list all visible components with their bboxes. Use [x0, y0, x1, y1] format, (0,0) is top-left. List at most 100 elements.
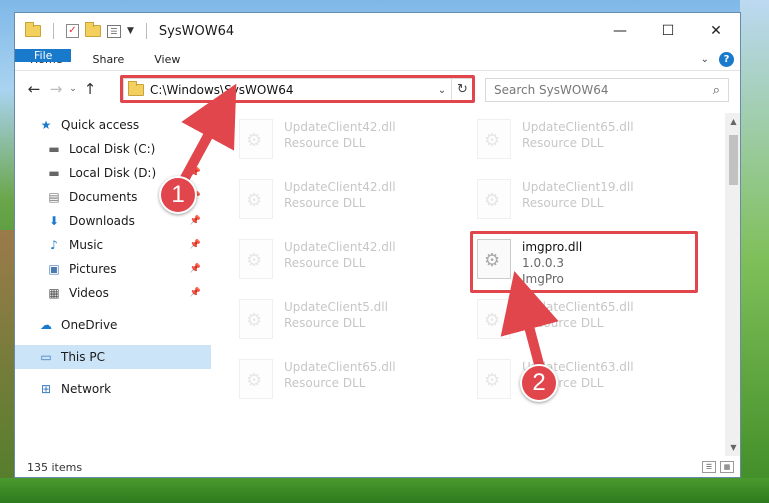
address-bar-highlight [120, 75, 475, 103]
scroll-up-arrow-icon[interactable]: ▲ [725, 113, 740, 130]
star-icon: ★ [40, 118, 52, 132]
properties-icon[interactable]: ☰ [107, 24, 121, 38]
file-type: Resource DLL [284, 376, 366, 390]
pin-icon[interactable]: 📌 [190, 288, 201, 298]
file-name: UpdateClient42.dll [284, 120, 396, 134]
title-bar: ✓ ☰ ▼ SysWOW64 — ☐ ✕ [15, 13, 740, 49]
sidebar-item-network[interactable]: ⊞ Network [15, 377, 211, 401]
sidebar-item-music[interactable]: ♪ Music 📌 [15, 233, 211, 257]
tab-share[interactable]: Share [77, 49, 139, 70]
file-type: Resource DLL [522, 136, 604, 150]
forward-arrow-icon[interactable]: → [45, 80, 67, 98]
scroll-down-arrow-icon[interactable]: ▼ [725, 439, 740, 456]
documents-icon: ▤ [48, 190, 60, 204]
sidebar-item-quick-access[interactable]: ★ Quick access [15, 113, 211, 137]
large-icons-view-icon[interactable]: ▦ [720, 461, 734, 473]
sidebar-item-onedrive[interactable]: ☁ OneDrive [15, 313, 211, 337]
music-icon: ♪ [50, 238, 58, 252]
dll-file-icon [239, 119, 273, 159]
drive-icon: ▬ [48, 166, 60, 180]
sidebar-item-label: Videos [69, 286, 109, 300]
network-icon: ⊞ [40, 382, 52, 396]
item-count: 135 items [27, 460, 83, 474]
back-arrow-icon[interactable]: ← [23, 80, 45, 98]
properties-check-icon[interactable]: ✓ [66, 24, 79, 38]
file-name: UpdateClient65.dll [522, 300, 634, 314]
search-box[interactable]: Search SysWOW64 ⌕ [485, 78, 729, 102]
file-type: Resource DLL [284, 196, 366, 210]
pin-icon[interactable]: 📌 [190, 216, 201, 226]
pin-icon[interactable]: 📌 [190, 264, 201, 274]
file-name: UpdateClient5.dll [284, 300, 388, 314]
dll-file-icon [477, 119, 511, 159]
step1-badge: 1 [159, 176, 197, 214]
sidebar-item-this-pc[interactable]: ▭ This PC [15, 345, 211, 369]
maximize-button[interactable]: ☐ [644, 13, 692, 49]
pin-icon[interactable]: 📌 [190, 240, 201, 250]
sidebar-item-label: Network [61, 382, 112, 396]
file-item[interactable]: UpdateClient65.dll Resource DLL [477, 299, 634, 339]
computer-icon: ▭ [40, 350, 52, 364]
pictures-icon: ▣ [48, 262, 60, 276]
drive-icon: ▬ [48, 142, 60, 156]
file-type: Resource DLL [284, 136, 366, 150]
up-arrow-icon[interactable]: ↑ [79, 80, 101, 98]
tab-view[interactable]: View [139, 49, 195, 70]
step2-badge: 2 [520, 364, 558, 402]
scrollbar-thumb[interactable] [729, 135, 738, 185]
view-switcher: ☰ ▦ [702, 461, 740, 473]
recent-locations-chevron-icon[interactable]: ⌄ [67, 84, 79, 94]
ribbon-right: ⌄ ? [701, 49, 740, 70]
sidebar-item-label: Downloads [69, 214, 135, 228]
file-name: UpdateClient65.dll [522, 120, 634, 134]
new-folder-icon[interactable] [85, 22, 101, 37]
file-item[interactable]: UpdateClient65.dll Resource DLL [239, 359, 396, 399]
navigation-pane: ★ Quick access ▬ Local Disk (C:) ▬ Local… [15, 113, 211, 453]
file-highlight [470, 231, 698, 293]
sidebar-item-label: OneDrive [61, 318, 118, 332]
file-name: UpdateClient42.dll [284, 240, 396, 254]
videos-icon: ▦ [48, 286, 60, 300]
sidebar-item-label: Quick access [61, 118, 140, 132]
file-item[interactable]: UpdateClient42.dll Resource DLL [239, 239, 396, 279]
sidebar-item-local-disk-c[interactable]: ▬ Local Disk (C:) [15, 137, 211, 161]
dll-file-icon [477, 359, 511, 399]
file-item[interactable]: UpdateClient42.dll Resource DLL [239, 119, 396, 159]
quick-access-toolbar: ✓ ☰ ▼ SysWOW64 [15, 22, 234, 39]
sidebar-item-label: This PC [61, 350, 105, 364]
ribbon-tabs: File Home Share View ⌄ ? [15, 49, 740, 71]
expand-ribbon-chevron-icon[interactable]: ⌄ [701, 54, 709, 65]
help-icon[interactable]: ? [719, 52, 734, 67]
download-icon: ⬇ [48, 214, 60, 228]
file-item[interactable]: UpdateClient65.dll Resource DLL [477, 119, 634, 159]
file-type: Resource DLL [522, 316, 604, 330]
tab-file[interactable]: File [15, 49, 72, 62]
desktop-background-bottom [0, 478, 769, 503]
sidebar-item-pictures[interactable]: ▣ Pictures 📌 [15, 257, 211, 281]
file-item[interactable]: UpdateClient42.dll Resource DLL [239, 179, 396, 219]
vertical-scrollbar[interactable]: ▲ ▼ [725, 113, 740, 456]
file-type: Resource DLL [284, 256, 366, 270]
minimize-button[interactable]: — [596, 13, 644, 49]
search-input[interactable]: Search SysWOW64 [494, 83, 713, 97]
desktop-background-left [0, 230, 14, 503]
sidebar-item-videos[interactable]: ▦ Videos 📌 [15, 281, 211, 305]
file-type: Resource DLL [284, 316, 366, 330]
title-divider [145, 23, 147, 39]
pin-icon[interactable]: 📌 [190, 168, 201, 178]
sidebar-item-label: Local Disk (C:) [69, 142, 156, 156]
customize-toolbar-chevron-icon[interactable]: ▼ [127, 26, 134, 36]
folder-icon[interactable] [25, 22, 41, 37]
sidebar-item-label: Music [69, 238, 104, 252]
file-item[interactable]: UpdateClient5.dll Resource DLL [239, 299, 388, 339]
dll-file-icon [239, 359, 273, 399]
file-name: UpdateClient65.dll [284, 360, 396, 374]
file-item[interactable]: UpdateClient19.dll Resource DLL [477, 179, 634, 219]
close-button[interactable]: ✕ [692, 13, 740, 49]
dll-file-icon [477, 299, 511, 339]
sidebar-item-label: Local Disk (D:) [69, 166, 157, 180]
details-view-icon[interactable]: ☰ [702, 461, 716, 473]
